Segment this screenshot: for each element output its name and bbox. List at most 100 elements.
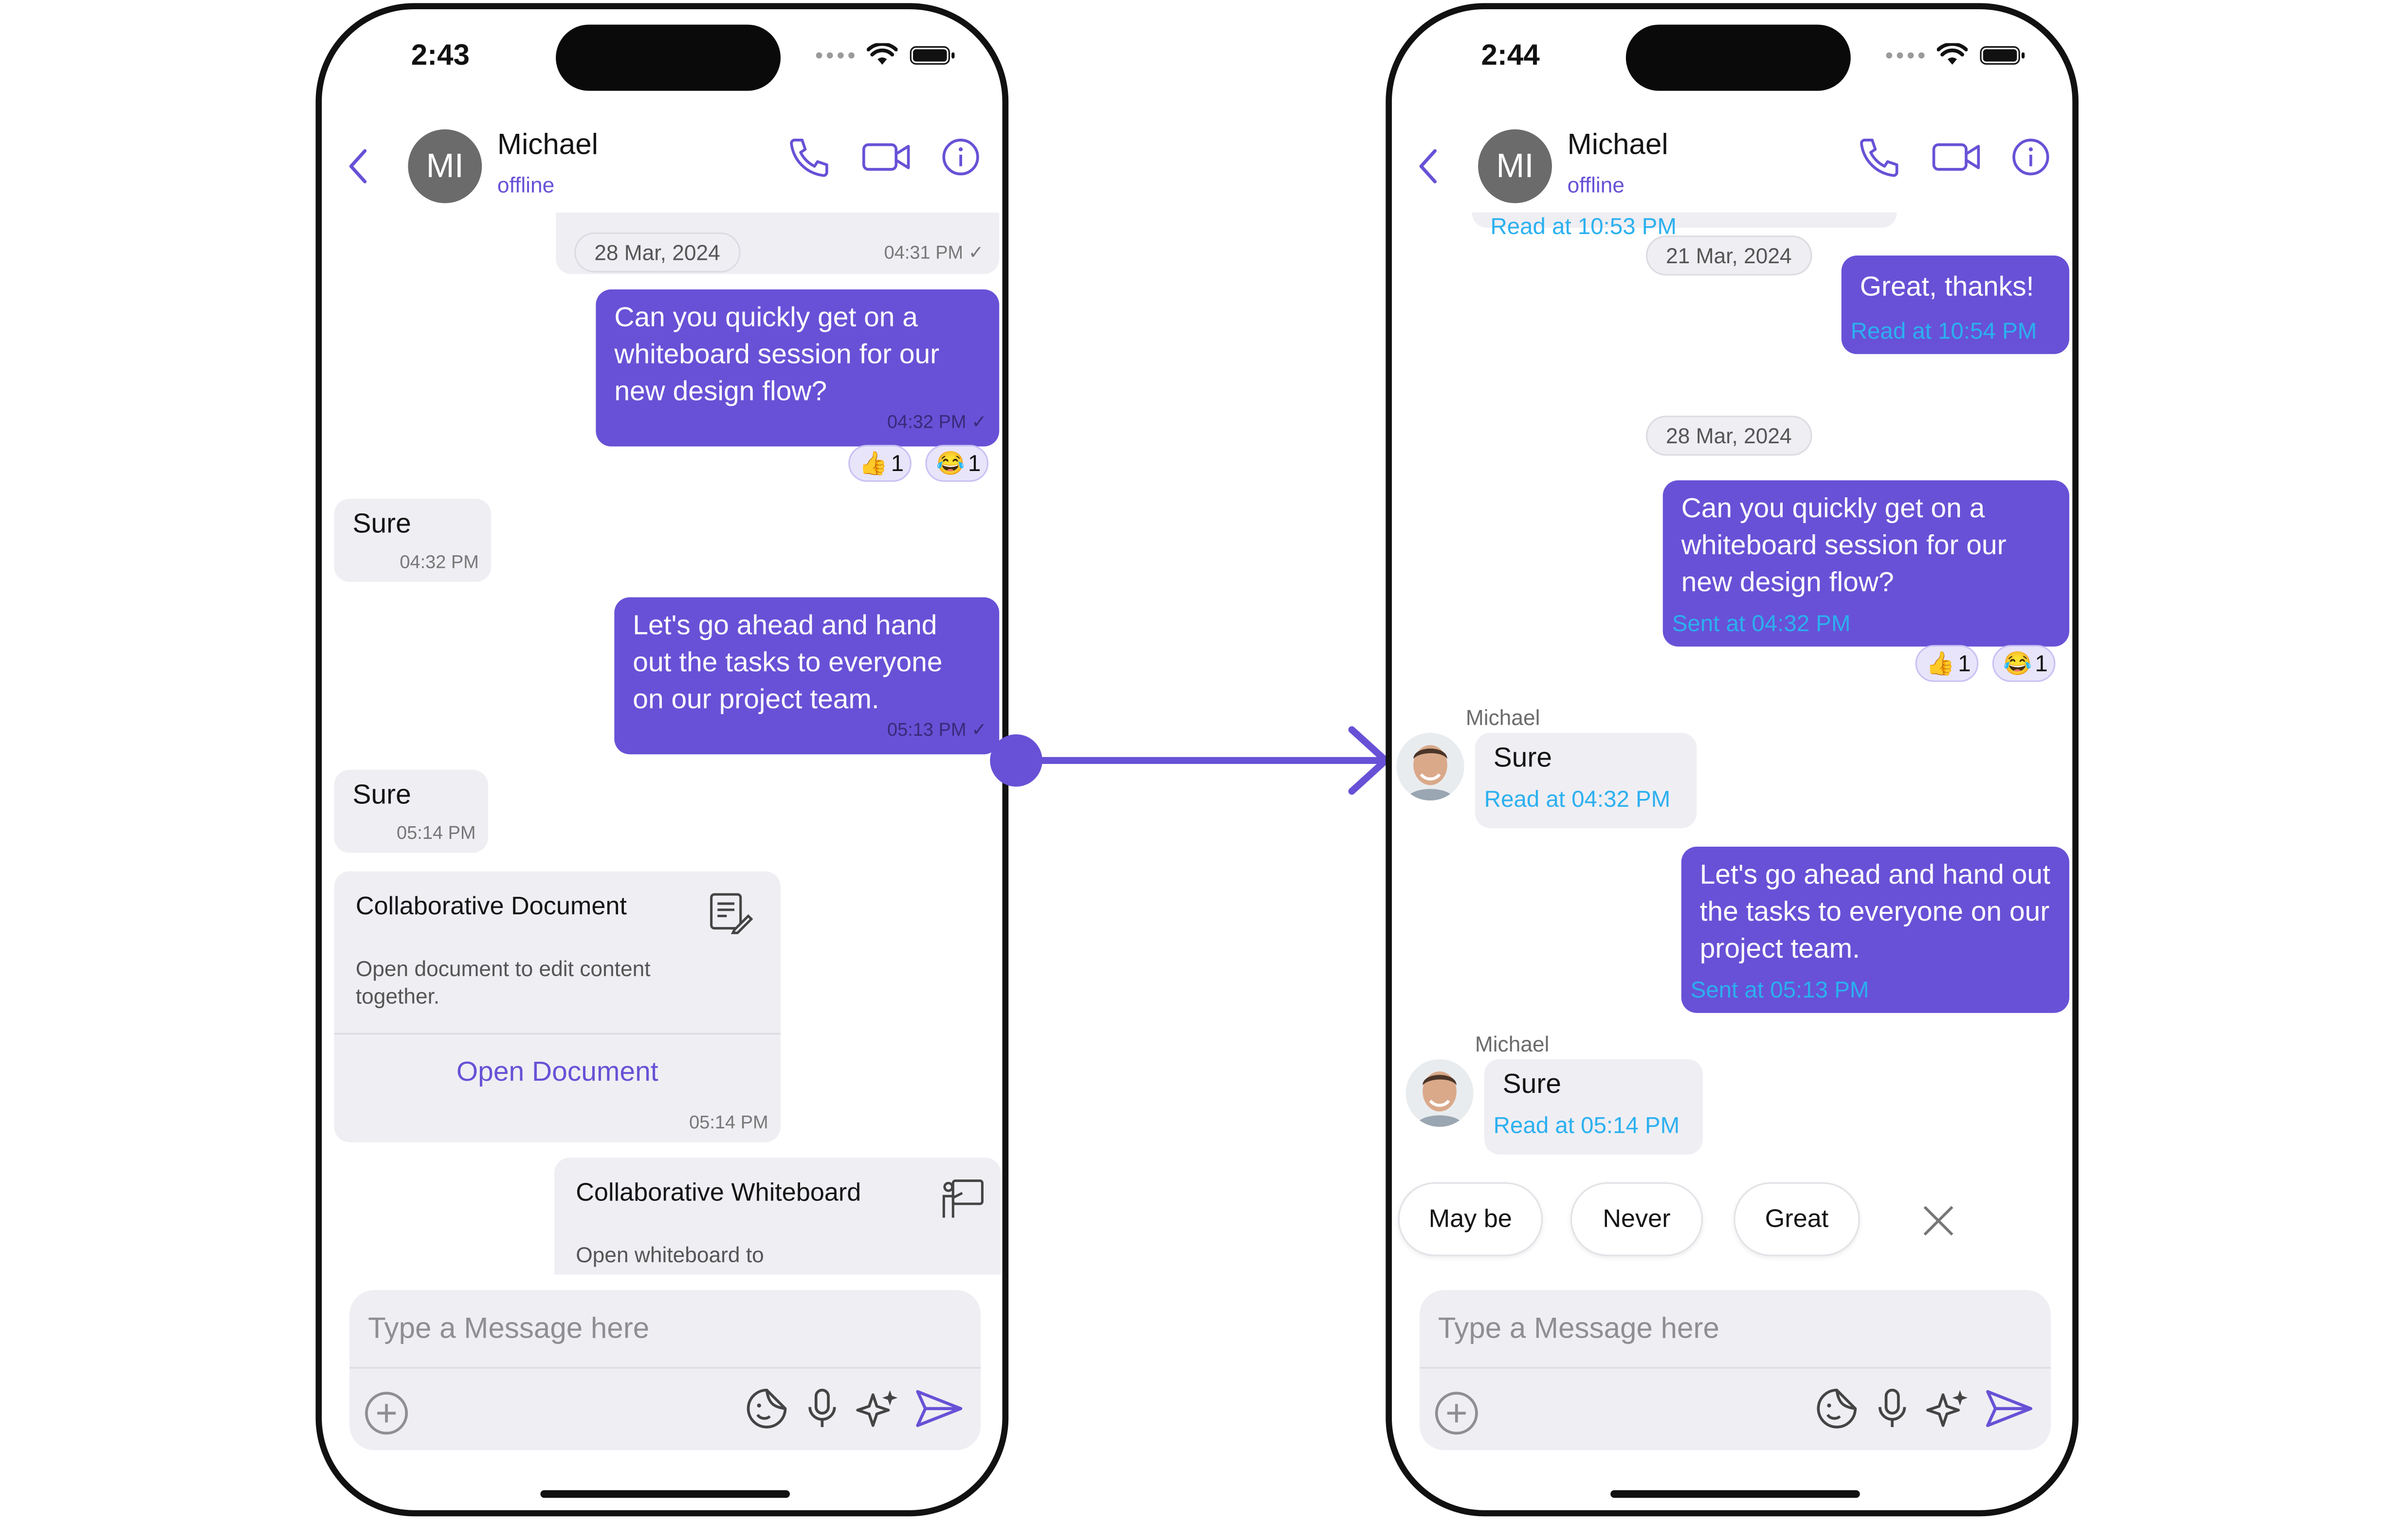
send-icon[interactable]: [913, 1385, 966, 1432]
close-icon[interactable]: [1918, 1201, 1958, 1241]
contact-status: offline: [1567, 172, 1625, 197]
outgoing-message[interactable]: Let's go ahead and hand out the tasks to…: [614, 597, 1000, 755]
sent-check-icon: ✓: [968, 241, 984, 263]
phone-right: 2:44 MI Michael offline Read at 10:53 PM…: [1386, 3, 2079, 1517]
home-indicator: [1610, 1490, 1860, 1498]
sticker-icon[interactable]: [1814, 1385, 1860, 1432]
card-description: Open document to edit content together.: [355, 956, 651, 1009]
message-list[interactable]: 28 Mar, 2024 04:31 PM ✓ Can you quickly …: [322, 212, 1002, 1275]
incoming-message[interactable]: Sure Read at 04:32 PM: [1475, 732, 1697, 829]
outgoing-message[interactable]: Great, thanks! Read at 10:54 PM: [1841, 255, 2070, 354]
signal-icon: [816, 51, 855, 58]
read-receipt: Sent at 05:13 PM: [1690, 977, 1869, 1004]
info-icon[interactable]: [2011, 137, 2051, 177]
incoming-message[interactable]: Sure 05:14 PM: [334, 769, 488, 853]
avatar[interactable]: MI: [1478, 129, 1552, 203]
message-text: Sure: [1502, 1068, 1562, 1099]
message-time: 04:32 PM ✓: [887, 411, 987, 433]
wifi-icon: [867, 43, 898, 65]
phone-left: 2:43 MI Michael offline 28 Mar, 2024 04:…: [315, 3, 1009, 1517]
read-receipt: Read at 10:53 PM: [1490, 214, 1677, 240]
smart-reply-chip[interactable]: Never: [1570, 1182, 1703, 1256]
outgoing-message[interactable]: Let's go ahead and hand out the tasks to…: [1681, 847, 2070, 1013]
reaction-thumbs-up[interactable]: 👍 1: [848, 445, 912, 482]
card-title: Collaborative Whiteboard: [576, 1179, 861, 1207]
reaction-laugh[interactable]: 😂 1: [1992, 645, 2056, 682]
message-text: Great, thanks!: [1860, 271, 2034, 302]
sender-name: Michael: [1465, 705, 1540, 730]
contact-name: Michael: [1567, 129, 1668, 162]
chat-header: MI Michael offline: [322, 117, 1002, 212]
back-icon[interactable]: [1413, 145, 1444, 188]
date-separator: 28 Mar, 2024: [1645, 416, 1812, 456]
contact-status: offline: [497, 172, 555, 197]
card-divider: [334, 1033, 781, 1035]
message-time: 05:14 PM: [689, 1111, 768, 1133]
sender-name: Michael: [1475, 1031, 1550, 1056]
battery-icon: [910, 45, 955, 64]
sticker-icon[interactable]: [744, 1385, 790, 1432]
status-time: 2:43: [411, 40, 470, 73]
attachment-add-icon[interactable]: [362, 1389, 411, 1438]
sender-avatar[interactable]: [1405, 1059, 1474, 1127]
message-time: 05:13 PM ✓: [887, 719, 987, 741]
message-list[interactable]: Read at 10:53 PM 21 Mar, 2024 Great, tha…: [1392, 212, 2072, 1176]
read-receipt: Read at 05:14 PM: [1493, 1113, 1680, 1140]
smart-replies: May be Never Great: [1392, 1176, 2072, 1259]
signal-icon: [1886, 51, 1925, 58]
microphone-icon[interactable]: [1872, 1385, 1912, 1432]
collaborative-whiteboard-card: Collaborative Whiteboard Open whiteboard…: [554, 1158, 1001, 1275]
video-call-icon[interactable]: [861, 139, 913, 176]
ai-sparkle-icon[interactable]: [1925, 1385, 1971, 1432]
send-icon[interactable]: [1983, 1385, 2036, 1432]
transition-arrow: [990, 726, 1389, 795]
date-separator: 21 Mar, 2024: [1645, 236, 1812, 276]
sender-avatar[interactable]: [1396, 732, 1464, 801]
dynamic-island: [1625, 24, 1851, 91]
avatar[interactable]: MI: [408, 129, 482, 203]
smart-reply-chip[interactable]: May be: [1398, 1182, 1543, 1256]
message-composer: Type a Message here: [349, 1290, 981, 1451]
document-edit-icon: [710, 893, 753, 934]
incoming-message[interactable]: Sure Read at 05:14 PM: [1484, 1059, 1703, 1155]
phone-call-icon[interactable]: [1857, 135, 1903, 179]
outgoing-message[interactable]: Can you quickly get on a whiteboard sess…: [596, 289, 1000, 447]
ai-sparkle-icon[interactable]: [855, 1385, 901, 1432]
battery-icon: [1980, 45, 2025, 64]
dynamic-island: [556, 24, 781, 91]
smart-reply-chip[interactable]: Great: [1733, 1182, 1860, 1256]
read-receipt: Read at 10:54 PM: [1850, 318, 2037, 345]
message-time: 05:14 PM: [397, 822, 476, 844]
message-text: Sure: [352, 779, 411, 810]
message-input[interactable]: Type a Message here: [1438, 1313, 1719, 1347]
message-text: Can you quickly get on a whiteboard sess…: [614, 302, 940, 407]
date-separator: 28 Mar, 2024: [574, 232, 740, 272]
message-input[interactable]: Type a Message here: [368, 1313, 649, 1347]
contact-name: Michael: [497, 129, 599, 162]
card-description: Open whiteboard to: [576, 1242, 764, 1267]
message-text: Let's go ahead and hand out the tasks to…: [633, 609, 943, 714]
message-text: Sure: [1493, 742, 1552, 773]
collaborative-document-card: Collaborative Document Open document to …: [334, 871, 781, 1143]
message-time: 04:31 PM ✓: [884, 241, 984, 263]
incoming-message[interactable]: Sure 04:32 PM: [334, 499, 492, 582]
phone-call-icon[interactable]: [787, 135, 833, 179]
home-indicator: [540, 1490, 790, 1498]
video-call-icon[interactable]: [1931, 139, 1983, 176]
read-receipt: Read at 04:32 PM: [1484, 786, 1671, 813]
open-document-button[interactable]: Open Document: [334, 1056, 781, 1088]
user-photo-icon: [1405, 1059, 1474, 1127]
previous-message-bubble: Read at 10:53 PM: [1472, 212, 1897, 240]
reaction-thumbs-up[interactable]: 👍 1: [1915, 645, 1979, 682]
attachment-add-icon[interactable]: [1432, 1389, 1481, 1438]
reaction-laugh[interactable]: 😂 1: [925, 445, 989, 482]
back-icon[interactable]: [344, 145, 374, 188]
info-icon[interactable]: [941, 137, 981, 177]
message-text: Let's go ahead and hand out the tasks to…: [1699, 859, 2050, 964]
message-time: 04:32 PM: [400, 551, 479, 573]
microphone-icon[interactable]: [802, 1385, 842, 1432]
message-text: Sure: [352, 508, 411, 539]
status-icons: [1886, 43, 2025, 66]
composer-divider: [349, 1367, 981, 1369]
outgoing-message[interactable]: Can you quickly get on a whiteboard sess…: [1662, 480, 2070, 647]
